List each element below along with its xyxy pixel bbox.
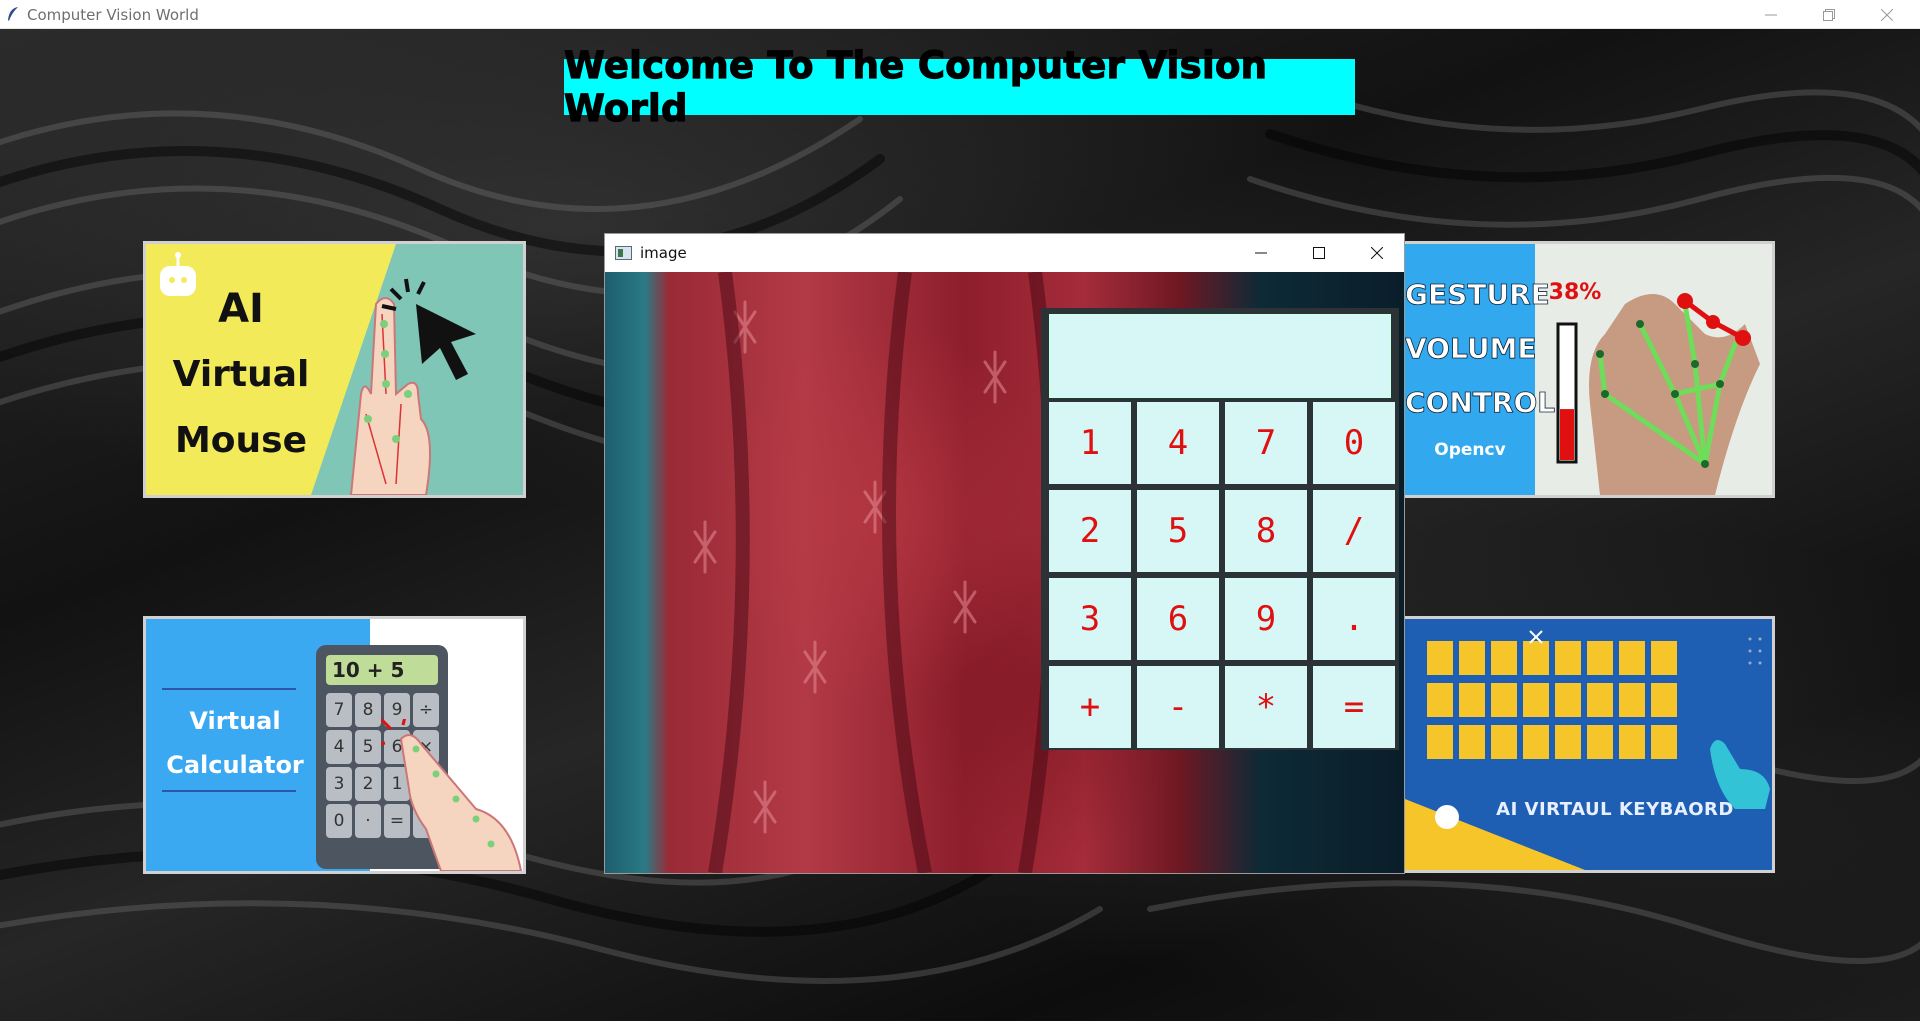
keyboard-key bbox=[1523, 683, 1549, 717]
calculator-key[interactable]: * bbox=[1225, 666, 1307, 748]
calculator-key[interactable]: 7 bbox=[1225, 402, 1307, 484]
volume-tile-subtitle: Opencv bbox=[1434, 440, 1506, 460]
image-minimize-button[interactable] bbox=[1232, 234, 1290, 272]
calculator-key[interactable]: 1 bbox=[1049, 402, 1131, 484]
keyboard-key bbox=[1619, 725, 1645, 759]
image-window-title: image bbox=[640, 244, 687, 262]
welcome-banner: Welcome To The Computer Vision World bbox=[563, 43, 1355, 131]
calculator-key[interactable]: . bbox=[1313, 578, 1395, 660]
mouse-tile-line3: Mouse bbox=[174, 420, 308, 461]
calc-tile-key: 4 bbox=[326, 730, 352, 764]
calc-tile-key: 5 bbox=[355, 730, 381, 764]
keyboard-key bbox=[1555, 683, 1581, 717]
calculator-key[interactable]: - bbox=[1137, 666, 1219, 748]
mouse-tile-title: AI Virtual Mouse bbox=[166, 276, 316, 474]
keyboard-key bbox=[1619, 683, 1645, 717]
calculator-key[interactable]: 6 bbox=[1137, 578, 1219, 660]
minimize-icon bbox=[1765, 14, 1777, 15]
keyboard-key bbox=[1491, 683, 1517, 717]
calculator-key[interactable]: 8 bbox=[1225, 490, 1307, 572]
calc-tile-line2: Calculator bbox=[166, 751, 304, 779]
calculator-key[interactable]: = bbox=[1313, 666, 1395, 748]
mouse-tile-line2: Virtual bbox=[172, 354, 310, 395]
image-window-titlebar[interactable]: image bbox=[605, 234, 1404, 272]
keyboard-key bbox=[1523, 725, 1549, 759]
calculator-key[interactable]: 0 bbox=[1313, 402, 1395, 484]
welcome-banner-text: Welcome To The Computer Vision World bbox=[563, 43, 1268, 130]
close-icon bbox=[1881, 8, 1893, 21]
keyboard-key bbox=[1523, 641, 1549, 675]
keyboard-key bbox=[1555, 725, 1581, 759]
volume-level-bar bbox=[1556, 322, 1578, 464]
maximize-icon bbox=[1313, 247, 1325, 259]
keyboard-key bbox=[1427, 641, 1453, 675]
keyboard-key bbox=[1427, 683, 1453, 717]
calculator-key[interactable]: 4 bbox=[1137, 402, 1219, 484]
image-window[interactable]: image 1 4 7 0 2 5 8/ 3 6 9 . + - * = bbox=[604, 233, 1405, 874]
volume-tile-line2: VOLUME bbox=[1405, 332, 1537, 366]
keyboard-key bbox=[1651, 641, 1677, 675]
volume-tile-line1: GESTURE bbox=[1405, 278, 1550, 312]
volume-percent-label: 38% bbox=[1548, 280, 1602, 305]
camera-feed: 1 4 7 0 2 5 8/ 3 6 9. + - * = bbox=[605, 272, 1404, 873]
calc-tile-key: 7 bbox=[326, 693, 352, 727]
volume-tile-line3: CONTROL bbox=[1405, 386, 1556, 420]
calc-tile-key: 2 bbox=[355, 767, 381, 801]
keyboard-key bbox=[1491, 725, 1517, 759]
keyboard-tile-caption: AI VIRTAUL KEYBAORD bbox=[1496, 799, 1734, 820]
calculator-key[interactable]: 9 bbox=[1225, 578, 1307, 660]
calc-tile-key: 3 bbox=[326, 767, 352, 801]
minimize-button[interactable] bbox=[1742, 0, 1800, 29]
virtual-keyboard-artwork bbox=[1405, 619, 1772, 870]
restore-button[interactable] bbox=[1800, 0, 1858, 29]
calculator-key[interactable]: 2 bbox=[1049, 490, 1131, 572]
close-button[interactable] bbox=[1858, 0, 1916, 29]
virtual-calculator-tile[interactable]: Virtual Calculator 10 + 5 7 8 9 ÷ 4 5 6 … bbox=[143, 616, 526, 874]
image-maximize-button[interactable] bbox=[1290, 234, 1348, 272]
calculator-key[interactable]: 5 bbox=[1137, 490, 1219, 572]
app-titlebar: Computer Vision World bbox=[0, 0, 1920, 29]
keyboard-key bbox=[1459, 641, 1485, 675]
image-window-icon bbox=[615, 246, 632, 260]
calc-tile-title: Virtual Calculator bbox=[160, 699, 310, 787]
calc-tile-key: 0 bbox=[326, 804, 352, 838]
mouse-tile-line1: AI bbox=[218, 286, 264, 332]
calculator-key[interactable]: / bbox=[1313, 490, 1395, 572]
image-close-button[interactable] bbox=[1348, 234, 1406, 272]
keyboard-key bbox=[1427, 725, 1453, 759]
minimize-icon bbox=[1255, 252, 1267, 254]
gesture-volume-control-tile[interactable]: GESTURE VOLUME CONTROL Opencv 38% bbox=[1402, 241, 1775, 498]
keyboard-key bbox=[1651, 683, 1677, 717]
virtual-calculator: 1 4 7 0 2 5 8/ 3 6 9. + - * = bbox=[1041, 308, 1399, 750]
keyboard-key bbox=[1587, 725, 1613, 759]
ai-virtual-keyboard-tile[interactable]: AI VIRTAUL KEYBAORD bbox=[1402, 616, 1775, 873]
hand-pointer-illustration bbox=[381, 719, 523, 871]
calculator-key[interactable]: 3 bbox=[1049, 578, 1131, 660]
ai-virtual-mouse-tile[interactable]: AI Virtual Mouse bbox=[143, 241, 526, 498]
feather-icon bbox=[8, 7, 18, 21]
calc-tile-line1: Virtual bbox=[189, 707, 281, 735]
calc-tile-screen: 10 + 5 bbox=[332, 658, 405, 682]
keyboard-key bbox=[1619, 641, 1645, 675]
keyboard-key bbox=[1491, 641, 1517, 675]
calculator-display bbox=[1049, 314, 1391, 398]
calc-tile-key: · bbox=[355, 804, 381, 838]
keyboard-key bbox=[1555, 641, 1581, 675]
keyboard-key bbox=[1459, 683, 1485, 717]
keyboard-key bbox=[1587, 683, 1613, 717]
calculator-key[interactable]: + bbox=[1049, 666, 1131, 748]
calc-tile-key: 8 bbox=[355, 693, 381, 727]
volume-tile-title: GESTURE VOLUME CONTROL bbox=[1405, 268, 1556, 430]
restore-icon bbox=[1823, 8, 1835, 21]
close-icon bbox=[1371, 247, 1383, 259]
keyboard-key bbox=[1459, 725, 1485, 759]
app-title: Computer Vision World bbox=[27, 6, 199, 24]
keyboard-key bbox=[1651, 725, 1677, 759]
keyboard-key bbox=[1587, 641, 1613, 675]
